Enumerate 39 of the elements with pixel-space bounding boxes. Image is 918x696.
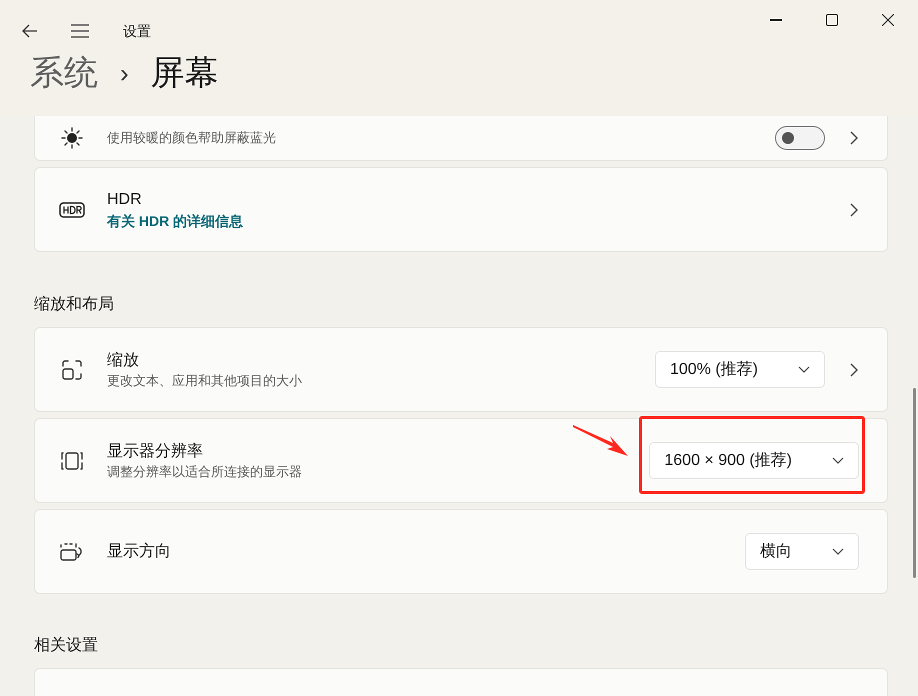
breadcrumb-parent[interactable]: 系统 [30, 56, 98, 90]
settings-card[interactable]: 显示器分辨率 调整分辨率以适合所连接的显示器 1600 × 900 (推荐) [34, 418, 888, 503]
menu-icon [71, 24, 89, 38]
settings-card[interactable]: 缩放 更改文本、应用和其他项目的大小 100% (推荐) [34, 327, 888, 412]
window-title: 设置 [123, 22, 151, 41]
chevron-down-icon [832, 548, 844, 556]
dropdown[interactable]: 横向 [745, 533, 859, 570]
setting-title: 缩放 [107, 350, 140, 370]
scrollbar-thumb[interactable] [913, 388, 916, 578]
page-title: 屏幕 [150, 56, 219, 90]
maximize-icon [826, 14, 838, 26]
setting-title: 显示方向 [107, 542, 171, 562]
toggle-switch[interactable] [775, 126, 825, 150]
chevron-down-icon [798, 366, 810, 374]
dropdown[interactable]: 100% (推荐) [654, 351, 825, 388]
hdr-icon [59, 202, 85, 218]
settings-card[interactable]: 使用较暖的颜色帮助屏蔽蓝光 [34, 116, 888, 161]
annotation-arrow-icon [573, 424, 630, 458]
setting-description: 调整分辨率以适合所连接的显示器 [107, 462, 302, 480]
dropdown[interactable]: 1600 × 900 (推荐) [649, 442, 859, 479]
sun-icon [60, 126, 84, 150]
chevron-down-icon [832, 456, 844, 464]
chevron-right-icon[interactable] [849, 130, 859, 146]
close-icon [882, 14, 894, 26]
setting-description: 更改文本、应用和其他项目的大小 [107, 372, 302, 390]
chevron-right-icon[interactable] [849, 202, 859, 218]
setting-title: 显示器分辨率 [107, 442, 204, 462]
settings-card[interactable]: HDR 有关 HDR 的详细信息 [34, 167, 888, 252]
section-heading: 相关设置 [34, 636, 99, 656]
minimize-icon [770, 19, 782, 21]
chevron-right-icon[interactable] [849, 362, 859, 378]
section-heading: 缩放和布局 [34, 295, 115, 315]
setting-description: 使用较暖的颜色帮助屏蔽蓝光 [107, 129, 276, 147]
setting-title: HDR [107, 190, 143, 210]
scale-icon [60, 358, 84, 382]
hdr-info-link[interactable]: 有关 HDR 的详细信息 [107, 210, 244, 230]
breadcrumb-separator: › [120, 60, 129, 86]
back-arrow-icon [22, 24, 38, 38]
settings-card[interactable]: 显示方向 横向 [34, 509, 888, 594]
